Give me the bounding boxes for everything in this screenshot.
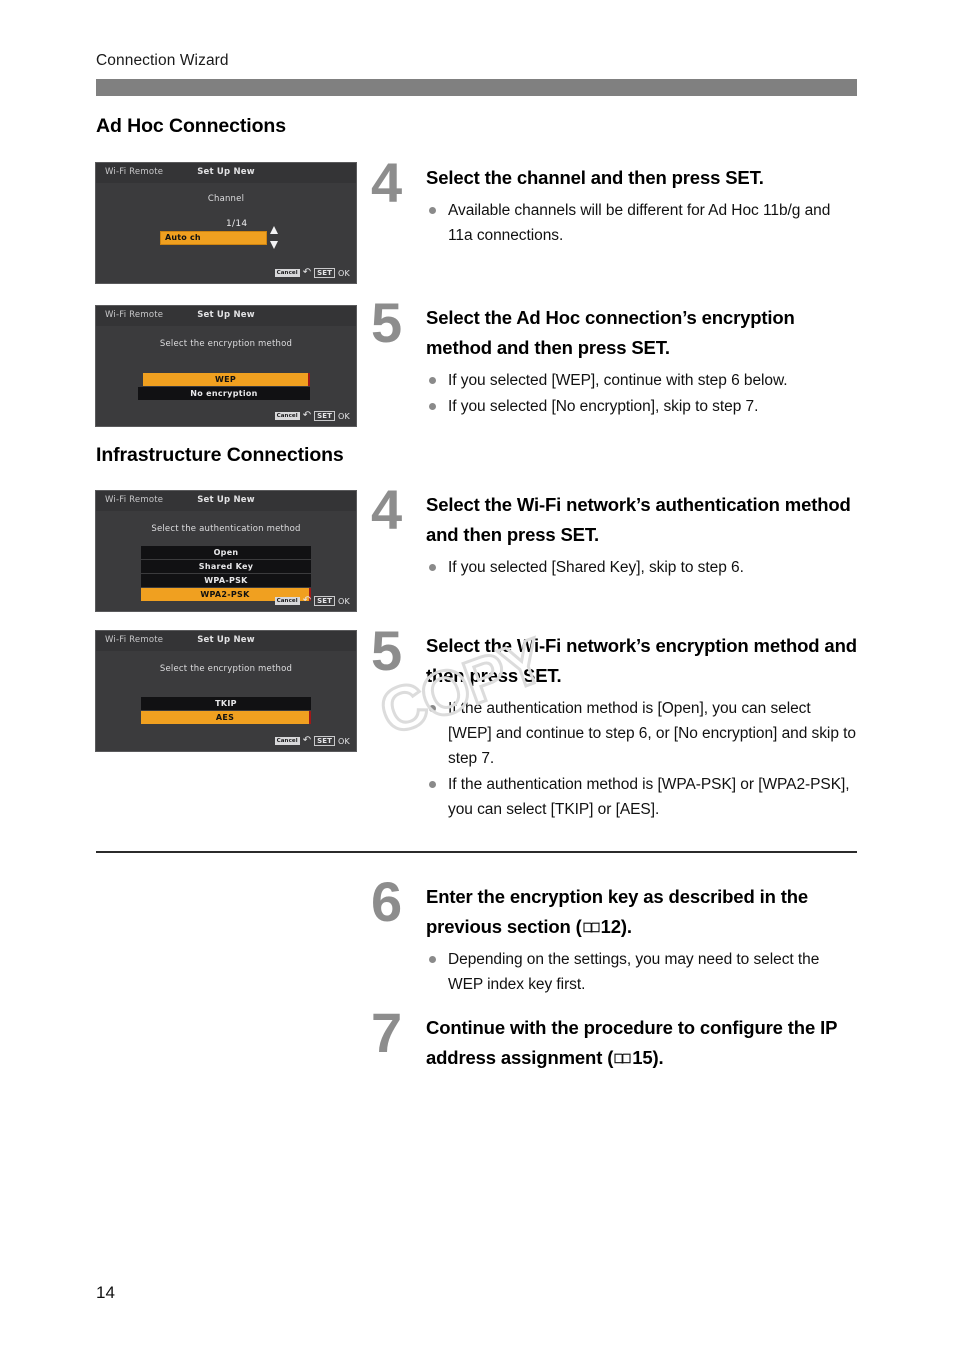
cancel-key-badge: Cancel [274, 597, 300, 605]
lcd-mode-label: Set Up New [197, 167, 255, 177]
section-heading-infrastructure: Infrastructure Connections [96, 444, 344, 466]
lcd-option-wpa-psk[interactable]: WPA-PSK [141, 574, 311, 587]
section-heading-ad-hoc: Ad Hoc Connections [96, 115, 286, 137]
lcd-prompt: Select the encryption method [159, 664, 293, 674]
lcd-mode-label: Set Up New [197, 495, 255, 505]
lcd-screenshot-adhoc-encryption: Wi-Fi Remote Set Up New Select the encry… [95, 305, 357, 427]
lcd-screenshot-infra-encryption: Wi-Fi Remote Set Up New Select the encry… [95, 630, 357, 752]
cancel-key-badge: Cancel [274, 269, 300, 277]
lcd-option-wep[interactable]: WEP [143, 373, 310, 386]
step-bullets: If you selected [WEP], continue with ste… [426, 368, 858, 419]
ok-label: OK [338, 596, 350, 606]
bullet-item: Available channels will be different for… [426, 198, 858, 248]
step-title: Continue with the procedure to configure… [426, 1013, 858, 1073]
step-body: Select the Wi-Fi network’s authenticatio… [426, 490, 858, 580]
step-infra-4: 4 Select the Wi-Fi network’s authenticat… [371, 482, 858, 581]
header-rule [96, 79, 857, 96]
step-number: 4 [371, 478, 403, 541]
step-adhoc-5: 5 Select the Ad Hoc connection’s encrypt… [371, 295, 858, 420]
ref-page-number: 12 [600, 916, 621, 937]
step-number: 5 [371, 291, 403, 354]
return-arrow-icon: ↶ [302, 267, 312, 278]
ref-page-number: 15 [632, 1047, 653, 1068]
step-bullets: Available channels will be different for… [426, 198, 858, 248]
lcd-channel-value: Auto ch [165, 233, 201, 242]
step-adhoc-4: 4 Select the channel and then press SET.… [371, 155, 858, 249]
book-page-reference-icon [614, 1053, 631, 1065]
step-bullets: Depending on the settings, you may need … [426, 947, 858, 997]
step-infra-5: 5 Select the Wi-Fi network’s encryption … [371, 623, 858, 823]
ok-label: OK [338, 736, 350, 746]
lcd-footer-hints: Cancel ↶ SET OK [274, 267, 350, 278]
step-6: 6 Enter the encryption key as described … [371, 874, 858, 998]
arrow-down-icon [270, 241, 278, 249]
set-key-badge: SET [314, 268, 336, 278]
step-number: 5 [371, 619, 403, 682]
step-title-text-end: ). [620, 916, 632, 937]
section-divider [96, 851, 857, 853]
lcd-channel-counter: 1/14 [226, 219, 248, 229]
lcd-mode-label: Set Up New [197, 635, 255, 645]
ok-label: OK [338, 411, 350, 421]
step-body: Select the Wi-Fi network’s encryption me… [426, 631, 858, 822]
lcd-prompt: Select the authentication method [151, 524, 301, 534]
bullet-item: If you selected [Shared Key], skip to st… [426, 555, 858, 580]
step-number: 6 [371, 870, 403, 933]
lcd-footer-hints: Cancel ↶ SET OK [274, 410, 350, 421]
lcd-channel-value-box: Auto ch [160, 231, 267, 245]
set-key-badge: SET [314, 411, 336, 421]
step-body: Continue with the procedure to configure… [426, 1013, 858, 1073]
cancel-key-badge: Cancel [274, 737, 300, 745]
book-page-reference-icon [583, 922, 600, 934]
step-title: Select the Ad Hoc connection’s encryptio… [426, 307, 795, 358]
lcd-screenshot-authentication: Wi-Fi Remote Set Up New Select the authe… [95, 490, 357, 612]
step-bullets: If the authentication method is [Open], … [426, 696, 858, 822]
lcd-footer-hints: Cancel ↶ SET OK [274, 735, 350, 746]
arrow-up-icon [270, 226, 278, 234]
step-body: Select the Ad Hoc connection’s encryptio… [426, 303, 858, 419]
step-title: Select the Wi-Fi network’s encryption me… [426, 635, 857, 686]
running-head: Connection Wizard [96, 52, 229, 69]
step-number: 7 [371, 1001, 403, 1064]
step-title-text-end: ). [652, 1047, 664, 1068]
step-title: Select the channel and then press SET. [426, 167, 764, 188]
lcd-option-tkip[interactable]: TKIP [141, 697, 311, 710]
step-7: 7 Continue with the procedure to configu… [371, 1005, 858, 1073]
step-title: Enter the encryption key as described in… [426, 882, 858, 942]
lcd-option-aes[interactable]: AES [141, 711, 311, 724]
lcd-prompt: Select the encryption method [159, 339, 293, 349]
step-title: Select the Wi-Fi network’s authenticatio… [426, 494, 851, 545]
lcd-option-no-encryption[interactable]: No encryption [138, 387, 310, 400]
return-arrow-icon: ↶ [302, 595, 312, 606]
step-body: Select the channel and then press SET. A… [426, 163, 858, 248]
bullet-item: Depending on the settings, you may need … [426, 947, 858, 997]
ok-label: OK [338, 268, 350, 278]
set-key-badge: SET [314, 736, 336, 746]
cancel-key-badge: Cancel [274, 412, 300, 420]
step-number: 4 [371, 151, 403, 214]
lcd-footer-hints: Cancel ↶ SET OK [274, 595, 350, 606]
bullet-item: If you selected [No encryption], skip to… [426, 394, 858, 419]
return-arrow-icon: ↶ [302, 410, 312, 421]
return-arrow-icon: ↶ [302, 735, 312, 746]
lcd-prompt: Channel [207, 194, 245, 204]
lcd-screenshot-channel: Wi-Fi Remote Set Up New Channel 1/14 Aut… [95, 162, 357, 284]
bullet-item: If the authentication method is [WPA-PSK… [426, 772, 858, 822]
set-key-badge: SET [314, 596, 336, 606]
lcd-spinner-arrows [270, 226, 279, 249]
bullet-item: If you selected [WEP], continue with ste… [426, 368, 858, 393]
bullet-item: If the authentication method is [Open], … [426, 696, 858, 771]
page-number: 14 [96, 1283, 115, 1302]
lcd-option-open[interactable]: Open [141, 546, 311, 559]
step-body: Enter the encryption key as described in… [426, 882, 858, 997]
lcd-mode-label: Set Up New [197, 310, 255, 320]
step-bullets: If you selected [Shared Key], skip to st… [426, 555, 858, 580]
lcd-option-shared-key[interactable]: Shared Key [141, 560, 311, 573]
